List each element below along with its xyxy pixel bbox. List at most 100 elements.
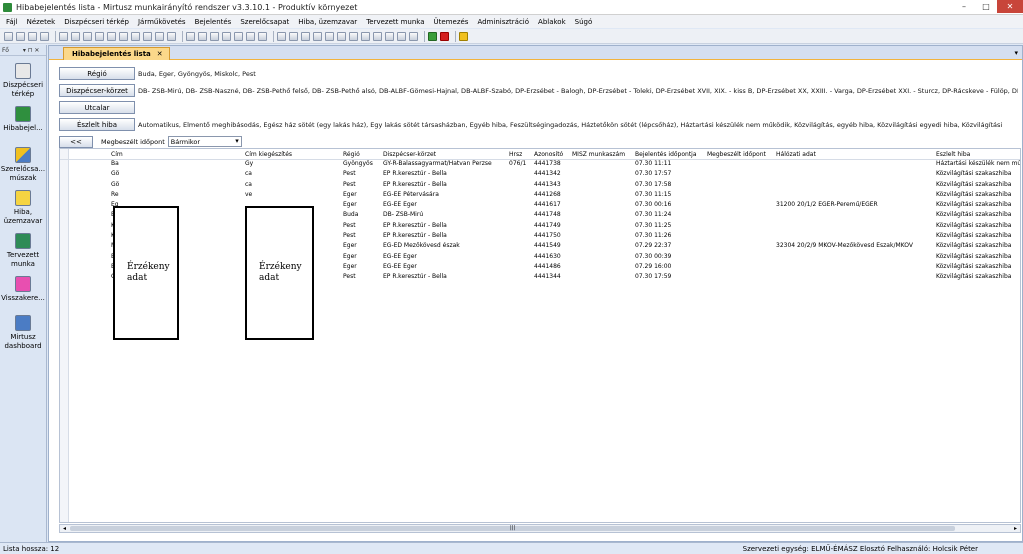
table-row[interactable]: KisSpPestÉP R.keresztúr - Bella444174907… bbox=[60, 222, 1020, 232]
filter-panel: Régió Buda, Eger, Gyöngyös, Miskolc, Pes… bbox=[59, 66, 1021, 151]
copy-icon[interactable] bbox=[95, 31, 104, 41]
zoom-icon[interactable] bbox=[107, 31, 116, 41]
grid-alt-icon[interactable] bbox=[385, 31, 394, 41]
table-row[interactable]: Eg Eger EG-EE Eger 4441617 07.30 00:16 31200 … bbox=[60, 201, 1020, 211]
sidebar-item-planned-work[interactable]: Tervezett munka bbox=[0, 233, 46, 269]
region-button[interactable]: Régió bbox=[59, 67, 135, 80]
help-icon[interactable] bbox=[459, 31, 468, 41]
chart-icon[interactable] bbox=[186, 31, 195, 41]
search-icon[interactable] bbox=[119, 31, 128, 41]
horizontal-scrollbar[interactable]: ◂ ||| ▸ bbox=[59, 524, 1021, 533]
back-button[interactable]: << bbox=[59, 135, 93, 148]
col-region[interactable]: Régió bbox=[343, 151, 360, 158]
panel-split-icon[interactable] bbox=[373, 31, 382, 41]
menu-views[interactable]: Nézetek bbox=[27, 18, 56, 26]
sidebar-item-fault-outage[interactable]: Hiba, üzemzavar bbox=[0, 190, 46, 226]
table-row[interactable]: EgSzEgerEG-EE Eger444148607.29 16:00Közv… bbox=[60, 263, 1020, 273]
menu-admin[interactable]: Adminisztráció bbox=[477, 18, 529, 26]
col-address-ext[interactable]: Cím kiegészítés bbox=[245, 151, 292, 158]
menu-help[interactable]: Súgó bbox=[575, 18, 593, 26]
table-cell: 4441342 bbox=[534, 170, 561, 178]
street-button[interactable]: Utcalar bbox=[59, 101, 135, 114]
marker-icon[interactable] bbox=[210, 31, 219, 41]
table-row[interactable]: GöaPestÉP R.keresztúr - Bella444134407.3… bbox=[60, 273, 1020, 283]
table-row[interactable]: EgtelEgerEG-EE Eger444163007.30 00:39Köz… bbox=[60, 253, 1020, 263]
window-icon[interactable] bbox=[409, 31, 418, 41]
grid-icon[interactable] bbox=[289, 31, 298, 41]
tab-strip: Hibabejelentés lista ✕ ▾ bbox=[49, 46, 1022, 60]
tab-menu-icon[interactable]: ▾ bbox=[1014, 49, 1018, 57]
menu-report[interactable]: Bejelentés bbox=[195, 18, 232, 26]
col-dispatcher-area[interactable]: Diszpécser-körzet bbox=[383, 151, 436, 158]
menu-crew[interactable]: Szerelőcsapat bbox=[240, 18, 289, 26]
table-row[interactable]: Re ve Eger EG-EE Pétervására 4441268 07.30 11… bbox=[60, 191, 1020, 201]
table-row[interactable]: MeEgerEG-ED Mezőkövesd észak444154907.29… bbox=[60, 242, 1020, 252]
tool-icon[interactable] bbox=[16, 31, 25, 41]
col-report-time[interactable]: Bejelentés időpontja bbox=[635, 151, 697, 158]
table-icon[interactable] bbox=[83, 31, 92, 41]
arrow-icon[interactable] bbox=[131, 31, 140, 41]
col-hrsz[interactable]: Hrsz bbox=[509, 151, 522, 158]
menu-planned-work[interactable]: Tervezett munka bbox=[366, 18, 424, 26]
ring-icon[interactable] bbox=[349, 31, 358, 41]
tab-fault-report-list[interactable]: Hibabejelentés lista ✕ bbox=[63, 47, 170, 60]
dispatcher-area-button[interactable]: Diszpécser-körzet bbox=[59, 84, 135, 97]
crew-icon[interactable] bbox=[234, 31, 243, 41]
col-address[interactable]: Cím bbox=[111, 151, 123, 158]
table-cell: Közvilágítási szakaszhiba bbox=[936, 262, 1012, 270]
tile-icon[interactable] bbox=[397, 31, 406, 41]
cancel-icon[interactable] bbox=[440, 31, 449, 41]
scroll-right-icon[interactable]: ▸ bbox=[1011, 525, 1020, 532]
menu-fault[interactable]: Hiba, üzemzavar bbox=[298, 18, 357, 26]
col-network[interactable]: Hálózati adat bbox=[776, 151, 816, 158]
menu-windows[interactable]: Ablakok bbox=[538, 18, 566, 26]
download-icon[interactable] bbox=[428, 31, 437, 41]
worker-icon[interactable] bbox=[246, 31, 255, 41]
table-row[interactable]: Gö ca Pest ÉP R.keresztúr - Bella 4441343 07.… bbox=[60, 181, 1020, 191]
filter-icon[interactable] bbox=[325, 31, 334, 41]
bars-icon[interactable] bbox=[258, 31, 267, 41]
sun-icon[interactable] bbox=[313, 31, 322, 41]
minimize-button[interactable]: – bbox=[953, 0, 975, 13]
col-agreed-time[interactable]: Megbeszélt időpont bbox=[707, 151, 766, 158]
panel-icon[interactable] bbox=[361, 31, 370, 41]
table-cell: Eger bbox=[343, 190, 357, 198]
sidebar-item-dispatch-map[interactable]: Diszpécseri térkép bbox=[0, 63, 46, 99]
sidebar-item-dashboard[interactable]: Mirtusz dashboard bbox=[0, 315, 46, 351]
sidebar-item-fault-reports[interactable]: Hibabejel... bbox=[0, 106, 46, 133]
print-icon[interactable] bbox=[40, 31, 49, 41]
table-row[interactable]: BaBudaDB- ZSB-Mirú444174807.30 11:24Közv… bbox=[60, 211, 1020, 221]
vehicle-icon[interactable] bbox=[143, 31, 152, 41]
period-select[interactable]: Bármikor bbox=[167, 136, 242, 147]
lightning-icon[interactable] bbox=[198, 31, 207, 41]
truck-icon[interactable] bbox=[222, 31, 231, 41]
sidebar-item-retrieval[interactable]: Visszakere... bbox=[0, 276, 46, 303]
table-row[interactable]: Gö ca Pest ÉP R.keresztúr - Bella 4441342 07.… bbox=[60, 170, 1020, 180]
columns-icon[interactable] bbox=[301, 31, 310, 41]
pin-icon[interactable] bbox=[167, 31, 176, 41]
map-icon[interactable] bbox=[155, 31, 164, 41]
menu-scheduling[interactable]: Ütemezés bbox=[434, 18, 469, 26]
table-cell: 4441549 bbox=[534, 242, 561, 250]
close-button[interactable]: ✕ bbox=[997, 0, 1023, 13]
scroll-left-icon[interactable]: ◂ bbox=[60, 525, 69, 532]
report-icon[interactable] bbox=[71, 31, 80, 41]
menu-vehicle-tracking[interactable]: Járműkövetés bbox=[138, 18, 186, 26]
document-area: Hibabejelentés lista ✕ ▾ Régió Buda, Ege… bbox=[48, 45, 1023, 542]
layout-icon[interactable] bbox=[277, 31, 286, 41]
list-icon[interactable] bbox=[59, 31, 68, 41]
maximize-button[interactable]: □ bbox=[975, 0, 997, 13]
save-icon[interactable] bbox=[28, 31, 37, 41]
sidebar-item-crew-shift[interactable]: Szerelőcsa... múszak bbox=[0, 147, 46, 183]
table-row[interactable]: KisPestÉP R.keresztúr - Bella444175007.3… bbox=[60, 232, 1020, 242]
menu-file[interactable]: Fájl bbox=[6, 18, 18, 26]
circle-icon[interactable] bbox=[337, 31, 346, 41]
new-icon[interactable] bbox=[4, 31, 13, 41]
fault-type-button[interactable]: Észlelt hiba bbox=[59, 118, 135, 131]
col-misz[interactable]: MISZ munkaszám bbox=[572, 151, 625, 158]
table-row[interactable]: Ba Gy Gyöngyös GY-R-Balassagyarmat/Hatvan P… bbox=[60, 160, 1020, 170]
col-id[interactable]: Azonosító bbox=[534, 151, 563, 158]
menu-dispatch-map[interactable]: Diszpécseri térkép bbox=[64, 18, 129, 26]
col-fault[interactable]: Észlelt hiba bbox=[936, 151, 970, 158]
tab-close-icon[interactable]: ✕ bbox=[157, 50, 163, 58]
